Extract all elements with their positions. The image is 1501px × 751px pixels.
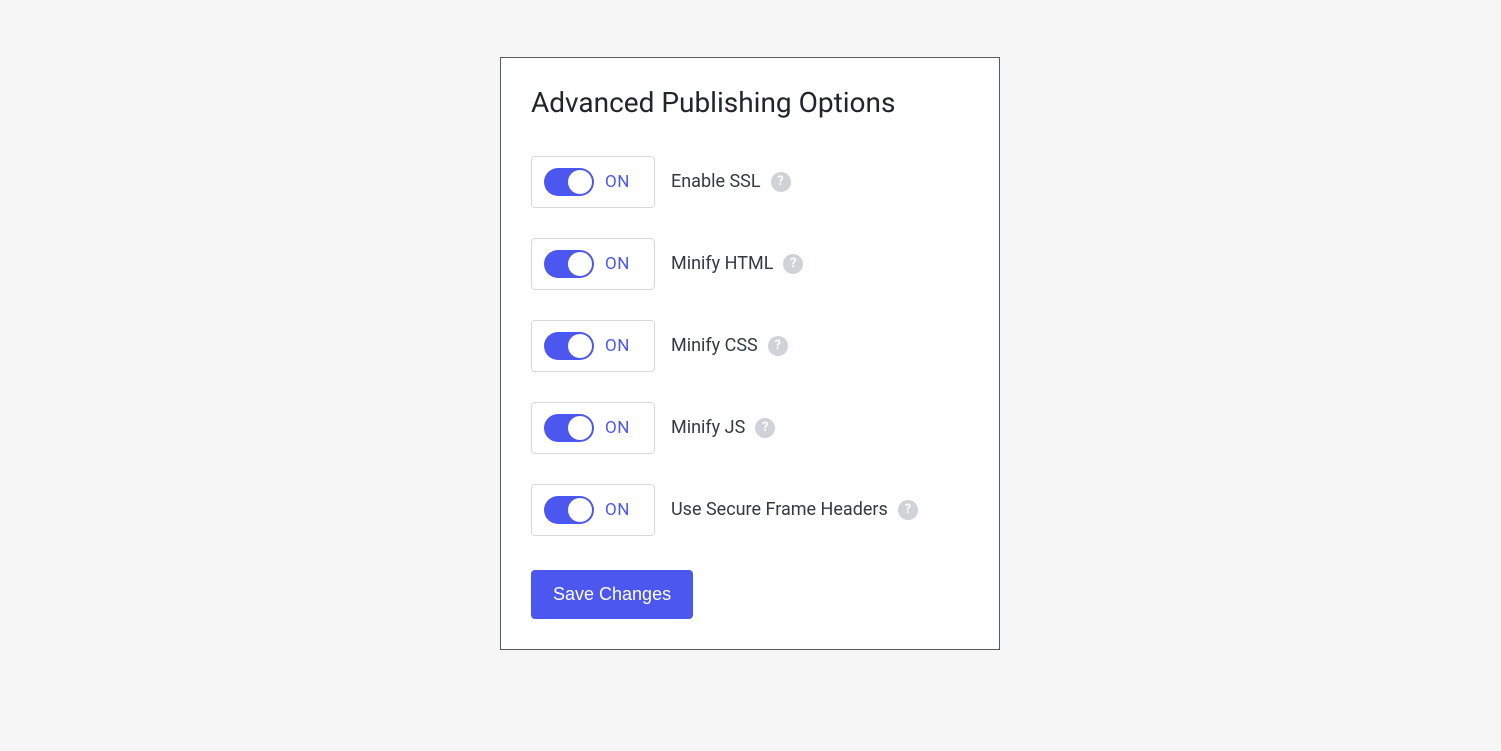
toggle-knob xyxy=(568,498,592,522)
help-icon[interactable]: ? xyxy=(755,418,775,438)
toggle-state-label: ON xyxy=(605,418,630,438)
toggle-track xyxy=(544,496,594,524)
toggle-state-label: ON xyxy=(605,172,630,192)
help-icon[interactable]: ? xyxy=(768,336,788,356)
toggle-track xyxy=(544,250,594,278)
toggle-minify-js[interactable]: ON xyxy=(531,402,655,454)
toggle-state-label: ON xyxy=(605,336,630,356)
toggle-knob xyxy=(568,252,592,276)
save-changes-button[interactable]: Save Changes xyxy=(531,570,693,619)
help-icon[interactable]: ? xyxy=(771,172,791,192)
option-row-secure-frame-headers: ON Use Secure Frame Headers ? xyxy=(531,484,969,536)
advanced-publishing-card: Advanced Publishing Options ON Enable SS… xyxy=(500,57,1000,650)
help-icon[interactable]: ? xyxy=(783,254,803,274)
option-label: Enable SSL xyxy=(671,171,761,192)
toggle-minify-html[interactable]: ON xyxy=(531,238,655,290)
toggle-minify-css[interactable]: ON xyxy=(531,320,655,372)
toggle-track xyxy=(544,332,594,360)
option-row-minify-css: ON Minify CSS ? xyxy=(531,320,969,372)
option-label: Minify CSS xyxy=(671,335,758,356)
toggle-state-label: ON xyxy=(605,500,630,520)
toggle-state-label: ON xyxy=(605,254,630,274)
option-label: Minify HTML xyxy=(671,253,773,274)
toggle-enable-ssl[interactable]: ON xyxy=(531,156,655,208)
option-label: Use Secure Frame Headers xyxy=(671,499,888,520)
option-row-minify-js: ON Minify JS ? xyxy=(531,402,969,454)
toggle-knob xyxy=(568,170,592,194)
toggle-knob xyxy=(568,334,592,358)
card-title: Advanced Publishing Options xyxy=(531,86,969,120)
toggle-track xyxy=(544,168,594,196)
toggle-track xyxy=(544,414,594,442)
option-label: Minify JS xyxy=(671,417,745,438)
toggle-secure-frame-headers[interactable]: ON xyxy=(531,484,655,536)
option-row-minify-html: ON Minify HTML ? xyxy=(531,238,969,290)
option-row-enable-ssl: ON Enable SSL ? xyxy=(531,156,969,208)
toggle-knob xyxy=(568,416,592,440)
help-icon[interactable]: ? xyxy=(898,500,918,520)
